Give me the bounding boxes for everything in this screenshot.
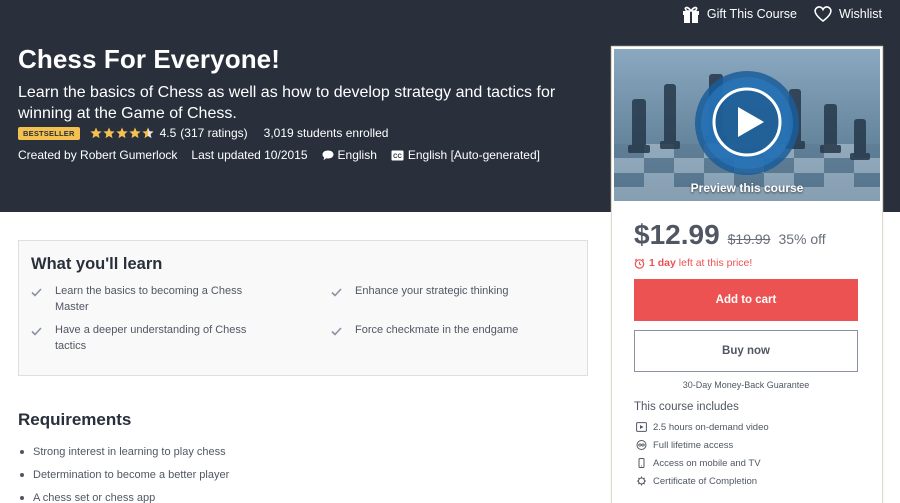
check-icon — [331, 322, 345, 341]
infinity-icon — [636, 440, 647, 450]
learn-item-text: Have a deeper understanding of Chess tac… — [55, 324, 247, 352]
course-preview-video[interactable]: Preview this course — [614, 49, 880, 201]
list-item: Access on mobile and TV — [636, 454, 769, 472]
check-icon — [331, 283, 345, 302]
include-text: Certificate of Completion — [653, 475, 758, 487]
learn-item: Force checkmate in the endgame — [331, 322, 565, 341]
check-icon — [31, 322, 45, 354]
list-item: Full lifetime access — [636, 436, 769, 454]
captions-label: English [Auto-generated] — [407, 148, 540, 162]
include-text: Access on mobile and TV — [653, 457, 761, 469]
bullet — [20, 472, 24, 477]
price-timer: 1 day left at this price! — [634, 257, 752, 269]
gift-course-button[interactable]: Gift This Course — [681, 4, 797, 24]
star-icon — [128, 127, 141, 139]
learn-item: Learn the basics to becoming a Chess Mas… — [31, 283, 265, 315]
certificate-icon — [637, 476, 646, 486]
gift-icon — [682, 6, 699, 23]
wishlist-button[interactable]: Wishlist — [813, 5, 882, 23]
course-meta-row: Created by Robert Gumerlock Last updated… — [18, 148, 540, 162]
list-item: 2.5 hours on-demand video — [636, 418, 769, 436]
language-label: English — [337, 148, 377, 162]
mobile-icon — [638, 458, 645, 468]
includes-list: 2.5 hours on-demand video Full lifetime … — [636, 418, 769, 490]
course-subtitle: Learn the basics of Chess as well as how… — [18, 84, 556, 122]
include-text: Full lifetime access — [653, 439, 734, 451]
money-back-guarantee: 30-Day Money-Back Guarantee — [682, 380, 810, 390]
preview-course-label[interactable]: Preview this course — [614, 181, 880, 195]
created-by[interactable]: Created by Robert Gumerlock — [18, 148, 177, 162]
course-title: Chess For Everyone! — [18, 44, 280, 74]
half-star-icon — [141, 127, 154, 139]
captions-info: CC English [Auto-generated] — [391, 148, 540, 162]
learn-item: Have a deeper understanding of Chess tac… — [31, 322, 265, 354]
star-icon — [89, 127, 102, 139]
original-price: $19.99 — [727, 231, 771, 247]
requirement-text: Strong interest in learning to play ches… — [33, 445, 226, 458]
requirements-list: Strong interest in learning to play ches… — [20, 440, 229, 503]
include-text: 2.5 hours on-demand video — [653, 421, 769, 433]
rating-stars — [89, 127, 154, 139]
heart-icon — [814, 6, 832, 23]
students-enrolled: 3,019 students enrolled — [263, 126, 389, 140]
requirements-title: Requirements — [18, 410, 132, 429]
what-youll-learn-box: What you'll learn Learn the basics to be… — [18, 240, 588, 376]
play-button-icon[interactable] — [710, 85, 784, 159]
top-actions: Gift This Course Wishlist — [681, 4, 882, 24]
list-item: Strong interest in learning to play ches… — [20, 440, 229, 463]
includes-title: This course includes — [634, 401, 739, 413]
list-item: A chess set or chess app — [20, 486, 229, 503]
alarm-clock-icon — [634, 258, 645, 269]
course-rating-row: BESTSELLER 4.5 (317 ratings) 3,019 stude… — [18, 126, 388, 140]
add-to-cart-button[interactable]: Add to cart — [634, 279, 858, 321]
requirement-text: Determination to become a better player — [33, 468, 230, 481]
check-icon — [31, 283, 45, 315]
closed-captions-icon: CC — [391, 150, 404, 160]
learn-item-text: Force checkmate in the endgame — [355, 324, 519, 336]
learn-item-text: Learn the basics to becoming a Chess Mas… — [55, 285, 243, 313]
current-price: $12.99 — [634, 219, 720, 250]
gift-course-label: Gift This Course — [706, 7, 797, 21]
rating-value: 4.5 — [159, 126, 177, 140]
svg-text:CC: CC — [393, 153, 402, 159]
language-info: English — [322, 148, 377, 162]
list-item: Certificate of Completion — [636, 472, 769, 490]
bullet — [20, 495, 24, 500]
timer-text: left at this price! — [675, 257, 753, 269]
bullet — [20, 449, 24, 454]
price-row: $12.99 $19.99 35% off — [634, 219, 826, 251]
rating-count[interactable]: (317 ratings) — [180, 126, 247, 140]
learn-title: What you'll learn — [31, 255, 163, 273]
star-icon — [115, 127, 128, 139]
requirement-text: A chess set or chess app — [33, 491, 156, 503]
buy-now-button[interactable]: Buy now — [634, 330, 858, 372]
wishlist-label: Wishlist — [838, 7, 882, 21]
list-item: Determination to become a better player — [20, 463, 229, 486]
learn-item: Enhance your strategic thinking — [331, 283, 565, 302]
last-updated: Last updated 10/2015 — [191, 148, 308, 162]
learn-item-text: Enhance your strategic thinking — [355, 285, 509, 297]
bestseller-badge: BESTSELLER — [18, 126, 80, 140]
discount-percent: 35% off — [778, 231, 826, 247]
star-icon — [102, 127, 115, 139]
video-icon — [636, 422, 647, 432]
timer-days: 1 day — [649, 257, 676, 269]
purchase-sidebar: Preview this course $12.99 $19.99 35% of… — [611, 46, 883, 503]
speech-bubble-icon — [322, 150, 334, 160]
